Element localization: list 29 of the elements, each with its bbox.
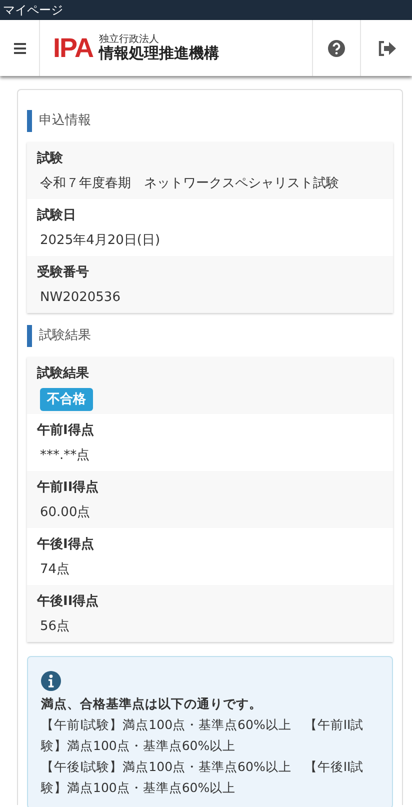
field-value: 74点	[39, 560, 71, 578]
field-label: 試験	[37, 150, 64, 168]
field-label: 受験番号	[37, 264, 90, 282]
field-label: 試験日	[37, 207, 77, 225]
field-label: 午後I得点	[37, 536, 95, 554]
field-label: 午後II得点	[37, 593, 100, 611]
field-label: 午前I得点	[37, 422, 95, 440]
logo-mark: IPA	[53, 34, 94, 62]
result-badge: 不合格	[40, 388, 93, 411]
info-text: 【午前I試験】満点100点・基準点60%以上 【午前II試験】満点100点・基準点60%以上	[41, 716, 365, 755]
section-title: 試験結果	[27, 325, 393, 347]
info-text: 【午後I試験】満点100点・基準点60%以上 【午後II試験】満点100点・基準点60%以上	[41, 758, 365, 797]
field-value: 56点	[39, 618, 71, 636]
field-value: 60.00点	[39, 504, 92, 522]
info-heading: 満点、合格基準点は以下の通りです。	[41, 695, 263, 713]
section-title: 申込情報	[27, 110, 393, 132]
field-label: 試験結果	[37, 365, 90, 383]
field-value: 令和７年度春期 ネットワークスペシャリスト試験	[39, 174, 340, 192]
field-value: NW2020536	[39, 288, 122, 306]
logout-icon	[378, 40, 396, 56]
info-icon	[41, 671, 61, 691]
menu-icon	[14, 42, 26, 54]
field-value: 2025年4月20日(日)	[39, 232, 162, 250]
logo-name: 情報処理推進機構	[99, 44, 220, 62]
logo-subtitle: 独立行政法人	[99, 34, 160, 45]
status-bar-title: マイページ	[3, 3, 63, 17]
field-label: 午前II得点	[37, 479, 100, 497]
field-value: ***.**点	[39, 446, 91, 464]
help-icon	[328, 40, 345, 56]
